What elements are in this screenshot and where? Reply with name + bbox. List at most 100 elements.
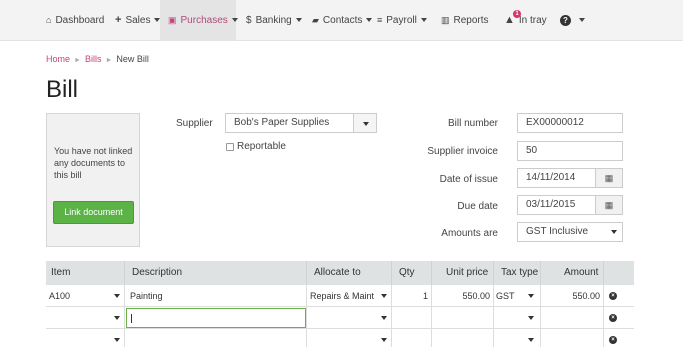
column-header-amount: Amount (564, 267, 599, 278)
remove-row-icon[interactable]: × (609, 292, 617, 300)
amounts-are-select[interactable]: GST Inclusive (517, 222, 623, 242)
due-date-input[interactable]: 03/11/2015 (517, 195, 597, 215)
nav-banking-label: Banking (255, 15, 292, 26)
column-divider (540, 285, 541, 347)
nav-banking[interactable]: $ Banking (246, 0, 302, 41)
text-cursor (131, 314, 132, 323)
column-header-qty: Qty (399, 267, 415, 278)
chevron-down-icon (114, 316, 120, 320)
unit-price-cell[interactable]: 550.00 (431, 285, 490, 307)
qty-cell[interactable]: 1 (391, 285, 428, 307)
table-row: × (46, 307, 634, 329)
reportable-label: Reportable (237, 141, 286, 152)
supplier-invoice-label: Supplier invoice (427, 146, 498, 157)
nav-in-tray-label: In tray (518, 15, 547, 26)
column-divider (431, 285, 432, 347)
plus-icon: + (115, 14, 122, 26)
nav-help[interactable]: ? (560, 0, 585, 41)
nav-sales[interactable]: + Sales (115, 0, 161, 41)
line-items-header: Item Description Allocate to Qty Unit pr… (46, 261, 634, 285)
notification-badge: 1 (513, 10, 521, 18)
supplier-invoice-input[interactable]: 50 (517, 141, 623, 161)
nav-reports[interactable]: ▥ Reports (441, 0, 489, 41)
nav-payroll-label: Payroll (386, 15, 417, 26)
link-document-button[interactable]: Link document (53, 201, 134, 224)
column-divider (124, 261, 125, 285)
chevron-down-icon (381, 294, 387, 298)
breadcrumb-separator-icon: ► (105, 57, 113, 64)
bill-number-input[interactable]: EX00000012 (517, 113, 623, 133)
breadcrumb: Home ► Bills ► New Bill (46, 54, 149, 64)
column-divider (124, 285, 125, 347)
item-cell[interactable]: A100 (49, 285, 119, 307)
help-icon: ? (560, 15, 571, 26)
page-title: Bill (46, 76, 79, 103)
calendar-icon[interactable]: ▦ (595, 195, 623, 215)
nav-dashboard-label: Dashboard (55, 15, 105, 26)
money-icon: ▣ (168, 15, 177, 25)
chevron-down-icon (381, 316, 387, 320)
column-divider (431, 261, 432, 285)
description-input-active[interactable] (126, 308, 306, 328)
column-divider (493, 285, 494, 347)
nav-in-tray[interactable]: ▲ 1 In tray (504, 0, 547, 41)
contacts-icon: ▰ (312, 15, 319, 25)
column-divider (391, 285, 392, 347)
chevron-down-icon (528, 338, 534, 342)
chevron-down-icon (420, 18, 427, 23)
description-cell[interactable]: Painting (130, 285, 300, 307)
column-divider (603, 285, 604, 347)
table-row: × (46, 329, 634, 347)
nav-dashboard[interactable]: ⌂ Dashboard (46, 0, 104, 41)
column-divider (306, 261, 307, 285)
dollar-icon: $ (246, 15, 252, 26)
chevron-down-icon (114, 294, 120, 298)
bill-number-label: Bill number (447, 118, 498, 129)
breadcrumb-separator-icon: ► (74, 57, 81, 64)
amount-cell[interactable]: 550.00 (540, 285, 600, 307)
chevron-down-icon (295, 18, 302, 23)
breadcrumb-bills[interactable]: Bills (85, 54, 102, 64)
top-nav: ⌂ Dashboard + Sales ▣ Purchases $ Banking ▰ C… (0, 0, 683, 41)
amounts-are-label: Amounts are (441, 228, 498, 239)
allocate-to-cell[interactable]: Repairs & Maint (310, 285, 376, 307)
documents-message: You have not linked any documents to thi… (54, 146, 133, 180)
nav-sales-label: Sales (125, 15, 151, 26)
nav-contacts[interactable]: ▰ Contacts (312, 0, 373, 41)
reportable-checkbox[interactable] (226, 143, 234, 151)
chevron-down-icon (231, 18, 238, 23)
chevron-down-icon (579, 18, 585, 23)
remove-row-icon[interactable]: × (609, 314, 617, 322)
chevron-down-icon (381, 338, 387, 342)
supplier-input[interactable]: Bob's Paper Supplies (225, 113, 354, 133)
date-of-issue-input[interactable]: 14/11/2014 (517, 168, 597, 188)
item-cell[interactable] (49, 307, 119, 329)
nav-contacts-label: Contacts (322, 15, 363, 26)
nav-purchases[interactable]: ▣ Purchases (160, 0, 238, 41)
chevron-down-icon (528, 316, 534, 320)
nav-purchases-label: Purchases (180, 15, 228, 26)
chevron-down-icon (611, 230, 617, 234)
remove-row-icon[interactable]: × (609, 336, 617, 344)
chevron-down-icon (528, 294, 534, 298)
tray-icon: ▲ (504, 14, 515, 26)
column-divider (306, 285, 307, 347)
column-header-tax-type: Tax type (501, 267, 539, 278)
column-header-description: Description (132, 267, 183, 278)
calendar-icon[interactable]: ▦ (595, 168, 623, 188)
table-row: A100 Painting Repairs & Maint 1 550.00 G… (46, 285, 634, 307)
breadcrumb-current: New Bill (116, 54, 149, 64)
supplier-label: Supplier (176, 118, 213, 129)
column-divider (603, 261, 604, 285)
nav-payroll[interactable]: ≡ Payroll (377, 0, 427, 41)
column-header-item: Item (51, 267, 71, 278)
documents-panel: You have not linked any documents to thi… (46, 113, 140, 247)
chart-icon: ▥ (441, 15, 450, 25)
chevron-down-icon (366, 18, 373, 23)
breadcrumb-home[interactable]: Home (46, 54, 70, 64)
tax-type-cell[interactable]: GST (496, 285, 526, 307)
column-header-allocate-to: Allocate to (314, 267, 361, 278)
home-icon: ⌂ (46, 15, 52, 25)
list-icon: ≡ (377, 15, 383, 25)
supplier-dropdown-button[interactable] (353, 113, 377, 133)
